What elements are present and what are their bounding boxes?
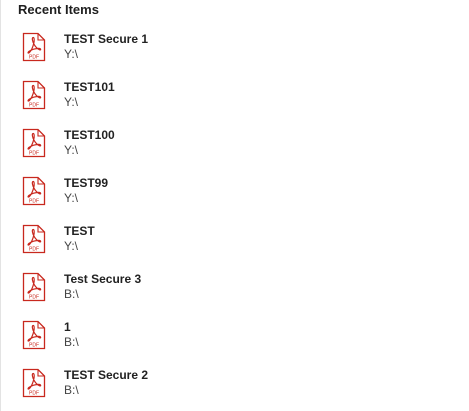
recent-item-path: Y:\: [64, 143, 79, 157]
recent-item-name: TEST101: [64, 80, 115, 94]
pdf-badge-text: PDF: [29, 199, 39, 205]
pdf-file-icon: PDF: [22, 272, 46, 302]
pdf-badge-text: PDF: [29, 151, 39, 157]
pdf-file-icon: PDF: [22, 80, 46, 110]
recent-item-name: 1: [64, 320, 71, 334]
recent-item[interactable]: PDF TEST Secure 1 Y:\: [0, 26, 469, 74]
recent-item[interactable]: PDF Test Secure 3 B:\: [0, 266, 469, 314]
recent-item[interactable]: PDF 1 B:\: [0, 314, 469, 362]
pdf-badge-text: PDF: [29, 295, 39, 301]
recent-item-name: TEST Secure 2: [64, 368, 149, 382]
recent-item-name: TEST: [64, 224, 95, 238]
pdf-file-icon: PDF: [22, 320, 46, 350]
recent-item-name: Test Secure 3: [64, 272, 142, 286]
pdf-file-icon: PDF: [22, 176, 46, 206]
recent-item-path: Y:\: [64, 239, 79, 253]
pdf-badge-text: PDF: [29, 55, 39, 61]
recent-item-path: Y:\: [64, 191, 79, 205]
recent-item[interactable]: PDF TEST99 Y:\: [0, 170, 469, 218]
recent-item-name: TEST100: [64, 128, 115, 142]
pdf-badge-text: PDF: [29, 103, 39, 109]
recent-items-list: PDF TEST Secure 1 Y:\ PDF TEST101 Y:\ PD…: [0, 26, 469, 410]
pdf-file-icon: PDF: [22, 224, 46, 254]
recent-item[interactable]: PDF TEST101 Y:\: [0, 74, 469, 122]
recent-item-path: B:\: [64, 383, 79, 397]
recent-item-path: B:\: [64, 287, 79, 301]
recent-items-title: Recent Items: [18, 2, 99, 17]
recent-item-name: TEST Secure 1: [64, 32, 149, 46]
recent-item-name: TEST99: [64, 176, 109, 190]
recent-item[interactable]: PDF TEST100 Y:\: [0, 122, 469, 170]
recent-item[interactable]: PDF TEST Secure 2 B:\: [0, 362, 469, 410]
recent-item-path: Y:\: [64, 95, 79, 109]
pdf-badge-text: PDF: [29, 391, 39, 397]
recent-item[interactable]: PDF TEST Y:\: [0, 218, 469, 266]
pdf-file-icon: PDF: [22, 32, 46, 62]
recent-item-path: Y:\: [64, 47, 79, 61]
pdf-file-icon: PDF: [22, 368, 46, 398]
pdf-file-icon: PDF: [22, 128, 46, 158]
pdf-badge-text: PDF: [29, 343, 39, 349]
pdf-badge-text: PDF: [29, 247, 39, 253]
recent-item-path: B:\: [64, 335, 79, 349]
